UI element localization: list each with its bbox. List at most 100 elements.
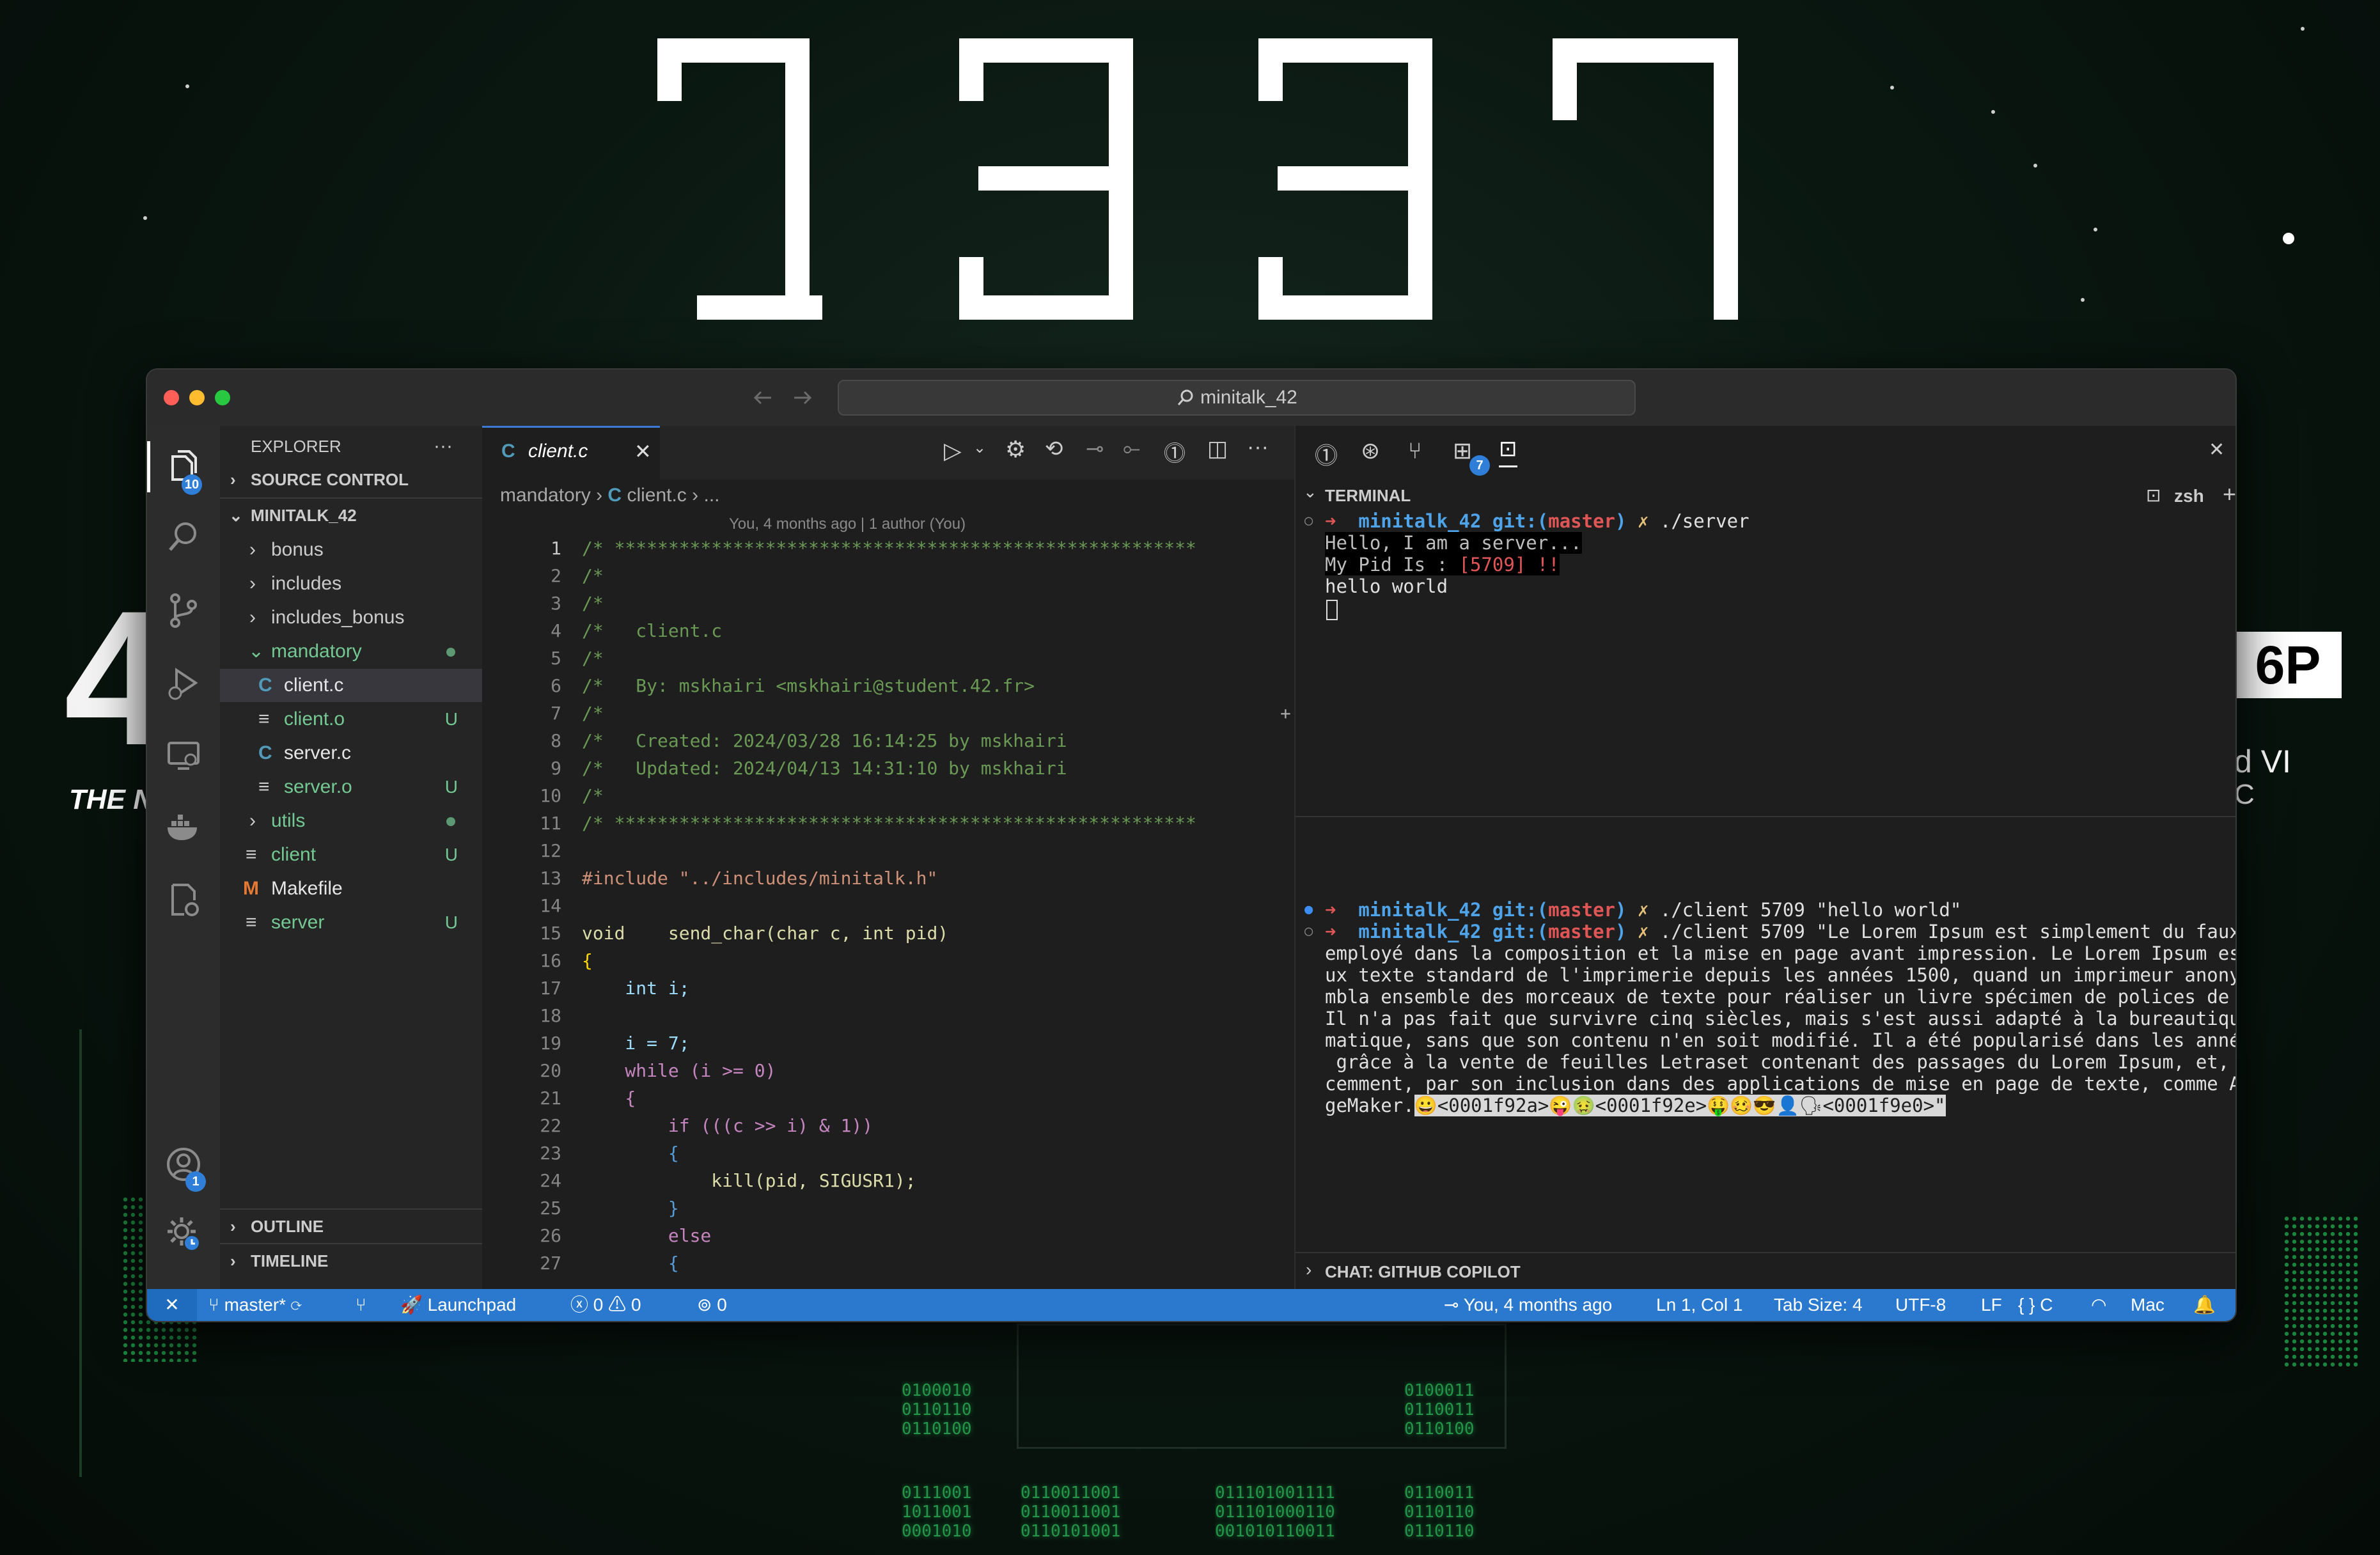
- explorer-more-actions[interactable]: ···: [434, 430, 453, 463]
- gear-icon[interactable]: ⚙: [1005, 436, 1026, 463]
- code-line: /*: [582, 785, 604, 806]
- command-center-search[interactable]: minitalk_42: [838, 380, 1636, 416]
- platform-item[interactable]: Mac: [2131, 1289, 2165, 1321]
- git-branch-icon: ⑂: [208, 1295, 219, 1315]
- source-control-section[interactable]: › SOURCE CONTROL: [220, 463, 482, 496]
- chevron-down-icon[interactable]: ⌄: [1303, 482, 1317, 502]
- prompt-arrow-icon: ➜: [1325, 510, 1336, 532]
- notifications-bell-icon[interactable]: 🔔: [2193, 1289, 2216, 1321]
- server-output-2a: My Pid Is :: [1325, 554, 1459, 575]
- encoding[interactable]: UTF-8: [1895, 1289, 1946, 1321]
- manage-gear-icon[interactable]: [165, 1215, 202, 1252]
- tree-item-client-c[interactable]: C client.c: [220, 669, 482, 702]
- tree-item-server[interactable]: ≡ server U: [220, 906, 482, 939]
- git-compare-icon[interactable]: ⟲: [1045, 436, 1063, 462]
- breadcrumb-folder[interactable]: mandatory: [500, 485, 591, 506]
- right-badge: 6P: [2234, 632, 2342, 698]
- chevron-down-icon[interactable]: ⌄: [973, 439, 986, 457]
- blame-item[interactable]: ⊸ You, 4 months ago: [1444, 1289, 1612, 1321]
- docker-icon[interactable]: [165, 808, 202, 845]
- close-tab-icon[interactable]: ✕: [634, 439, 652, 464]
- tree-item-client-o[interactable]: ≡ client.o U: [220, 703, 482, 736]
- tree-item-includes-bonus[interactable]: › includes_bonus: [220, 601, 482, 634]
- language-label: C: [2040, 1295, 2053, 1315]
- project-root-folder[interactable]: ⌄ MINITALK_42: [220, 499, 482, 532]
- tab-client-c[interactable]: C client.c ✕: [482, 426, 660, 481]
- tree-item-utils[interactable]: › utils: [220, 804, 482, 838]
- tree-item-client[interactable]: ≡ client U: [220, 838, 482, 871]
- branch-item[interactable]: ⑂ master* ⟳: [208, 1289, 302, 1321]
- run-icon[interactable]: ▷: [944, 437, 962, 464]
- c-file-icon: C: [258, 675, 272, 696]
- matrix-code-5: 011101001111 011101000110 001010110011: [1215, 1483, 1335, 1541]
- zoom-window-button[interactable]: [215, 390, 230, 405]
- tab-size[interactable]: Tab Size: 4: [1774, 1289, 1863, 1321]
- problems-item[interactable]: ⓧ 0 ⚠ 0: [570, 1289, 641, 1321]
- test-settings-icon[interactable]: [165, 881, 202, 918]
- terminal-client[interactable]: ● ➜ minitalk_42 git:(master) ✗ ./client …: [1296, 899, 2237, 1219]
- line-number: 23: [540, 1143, 561, 1164]
- c-file-icon: C: [607, 485, 622, 506]
- split-editor-icon[interactable]: ◫: [1207, 436, 1228, 462]
- git-commit-prev-icon[interactable]: ⊸: [1086, 436, 1104, 462]
- code-line: else: [582, 1225, 712, 1246]
- more-actions-icon[interactable]: ···: [1247, 435, 1269, 460]
- gitlens-icon[interactable]: ⓵: [1164, 436, 1186, 467]
- chat-section[interactable]: › CHAT: GITHUB COPILOT: [1296, 1252, 2235, 1289]
- makefile-icon: M: [243, 878, 259, 899]
- code-area[interactable]: 1 /* ************************************…: [482, 535, 1294, 1289]
- gitlens-inspect-icon[interactable]: ⊛: [1361, 437, 1380, 464]
- source-control-icon[interactable]: [165, 592, 202, 629]
- gitlens-commits-icon[interactable]: ⓵: [1315, 437, 1338, 471]
- explorer-badge: 10: [182, 474, 202, 495]
- gitlens-graph-icon[interactable]: ⑂: [1408, 437, 1422, 464]
- tree-item-server-c[interactable]: C server.c: [220, 737, 482, 770]
- run-debug-icon[interactable]: [165, 665, 202, 702]
- language-mode[interactable]: { } C: [2018, 1289, 2053, 1321]
- terminal-header: ⌄ TERMINAL ⊡ zsh +: [1296, 480, 2235, 510]
- tree-item-makefile[interactable]: M Makefile: [220, 872, 482, 905]
- end-of-line[interactable]: LF: [1981, 1289, 2002, 1321]
- blame-codelens[interactable]: You, 4 months ago | 1 author (You): [729, 515, 966, 533]
- git-commit-next-icon[interactable]: ⟜: [1123, 436, 1140, 461]
- remote-indicator[interactable]: ✕: [147, 1289, 197, 1321]
- terminal-server[interactable]: ○ ➜ minitalk_42 git:(master) ✗ ./server …: [1296, 510, 2235, 817]
- terminal-shell-label[interactable]: zsh: [2174, 486, 2204, 506]
- tree-item-includes[interactable]: › includes: [220, 567, 482, 600]
- chevron-right-icon: ›: [249, 607, 256, 628]
- breadcrumb: mandatory › C client.c › ...: [500, 485, 720, 506]
- close-window-button[interactable]: [164, 390, 179, 405]
- forward-arrow-icon[interactable]: [793, 390, 812, 405]
- terminal-tab-icon[interactable]: ⊡: [1499, 436, 1517, 467]
- client-command-2-line: ux texte standard de l'imprimerie depuis…: [1325, 964, 2237, 986]
- chevron-right-icon: ›: [596, 485, 608, 506]
- ports-item[interactable]: ⊚ 0: [697, 1289, 727, 1321]
- close-panel-icon[interactable]: ✕: [2209, 439, 2225, 461]
- timeline-section[interactable]: › TIMELINE: [220, 1244, 482, 1278]
- gitlens-status-item[interactable]: ⑂: [356, 1289, 366, 1321]
- tree-item-mandatory[interactable]: ⌄ mandatory: [220, 635, 482, 668]
- search-icon[interactable]: [165, 518, 202, 555]
- matrix-code-4: 0110011001 0110011001 0110101001: [1021, 1483, 1121, 1541]
- cursor-position[interactable]: Ln 1, Col 1: [1656, 1289, 1742, 1321]
- launchpad-item[interactable]: 🚀 Launchpad: [400, 1289, 516, 1321]
- remote-explorer-icon[interactable]: [165, 737, 202, 774]
- minimize-window-button[interactable]: [189, 390, 205, 405]
- title-bar: minitalk_42: [147, 370, 2235, 427]
- tree-item-bonus[interactable]: › bonus: [220, 533, 482, 567]
- project-name: MINITALK_42: [251, 506, 357, 525]
- extensions-icon[interactable]: ⊞: [1453, 437, 1472, 464]
- panel-toolbar: ⓵ ⊛ ⑂ ⊞ 7 ⊡ ✕: [1296, 426, 2235, 480]
- breadcrumb-symbol[interactable]: ...: [703, 485, 719, 506]
- prompt-git: git:(: [1492, 510, 1549, 532]
- new-terminal-icon[interactable]: +: [2223, 481, 2235, 508]
- chevron-right-icon: ›: [1306, 1260, 1312, 1279]
- breadcrumb-file[interactable]: client.c: [627, 485, 686, 506]
- tree-item-label: server.c: [284, 742, 352, 763]
- tree-item-server-o[interactable]: ≡ server.o U: [220, 770, 482, 804]
- outline-section[interactable]: › OUTLINE: [220, 1210, 482, 1243]
- back-arrow-icon[interactable]: [753, 390, 772, 405]
- launchpad-label: Launchpad: [427, 1295, 517, 1315]
- code-line: while (i >= 0): [582, 1060, 776, 1081]
- folding-plus-icon[interactable]: +: [1280, 699, 1291, 727]
